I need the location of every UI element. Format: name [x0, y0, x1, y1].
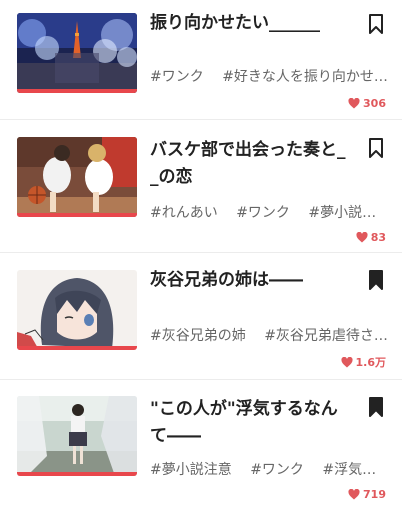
- story-title[interactable]: バスケ部で出会った奏と__の恋: [150, 137, 350, 191]
- like-count: 719: [348, 488, 386, 501]
- story-thumbnail[interactable]: [17, 396, 137, 476]
- story-tags: #ワンク #好きな人を振り向かせ…: [150, 66, 390, 86]
- like-count-value: 719: [363, 488, 386, 501]
- thumbnail-accent-bar: [17, 213, 137, 217]
- tag-link[interactable]: #夢小説注意: [308, 205, 390, 221]
- tag-link[interactable]: #ワンク: [236, 205, 290, 221]
- story-title[interactable]: 振り向かせたい______: [150, 10, 350, 37]
- like-count-value: 306: [363, 97, 386, 110]
- tag-link[interactable]: #夢小説注意: [150, 462, 232, 478]
- tag-link[interactable]: #浮気系: [322, 462, 376, 478]
- story-list: 振り向かせたい______ #ワンク #好きな人を振り向かせ… 306 バスケ部…: [0, 0, 402, 512]
- bookmark-filled-icon[interactable]: [366, 269, 386, 291]
- school-uniform-image: [17, 396, 137, 476]
- tag-link[interactable]: #好きな人を振り向かせ…: [222, 69, 388, 85]
- bookmark-icon[interactable]: [366, 137, 386, 159]
- story-title[interactable]: 灰谷兄弟の姉は――: [150, 267, 350, 294]
- tag-link[interactable]: #灰谷兄弟虐待さ…: [264, 328, 388, 344]
- story-thumbnail[interactable]: [17, 13, 137, 93]
- story-title[interactable]: "この人が"浮気するなんて――: [150, 396, 350, 450]
- thumbnail-accent-bar: [17, 89, 137, 93]
- tag-link[interactable]: #灰谷兄弟の姉: [150, 328, 246, 344]
- story-thumbnail[interactable]: [17, 137, 137, 217]
- bookmark-filled-icon[interactable]: [366, 396, 386, 418]
- basketball-players-image: [17, 137, 137, 217]
- like-count: 1.6万: [340, 354, 387, 370]
- tag-link[interactable]: #れんあい: [150, 205, 218, 221]
- heart-icon: [356, 232, 368, 243]
- tag-link[interactable]: #ワンク: [250, 462, 304, 478]
- story-tags: #れんあい #ワンク #夢小説注意: [150, 202, 390, 222]
- like-count: 83: [356, 231, 386, 244]
- bookmark-icon[interactable]: [366, 13, 386, 35]
- tag-link[interactable]: #ワンク: [150, 69, 204, 85]
- story-card[interactable]: バスケ部で出会った奏と__の恋 #れんあい #ワンク #夢小説注意 83: [0, 120, 402, 253]
- heart-icon: [340, 356, 353, 367]
- story-card[interactable]: 振り向かせたい______ #ワンク #好きな人を振り向かせ… 306: [0, 0, 402, 120]
- heart-icon: [348, 98, 360, 109]
- night-illumination-image: [17, 13, 137, 93]
- anime-girl-image: [17, 270, 137, 350]
- thumbnail-accent-bar: [17, 346, 137, 350]
- like-count-value: 83: [370, 231, 386, 244]
- heart-icon: [348, 489, 360, 500]
- story-tags: #夢小説注意 #ワンク #浮気系: [150, 459, 390, 479]
- story-thumbnail[interactable]: [17, 270, 137, 350]
- story-tags: #灰谷兄弟の姉 #灰谷兄弟虐待さ…: [150, 325, 390, 345]
- like-count: 306: [348, 97, 386, 110]
- story-card[interactable]: 灰谷兄弟の姉は―― #灰谷兄弟の姉 #灰谷兄弟虐待さ… 1.6万: [0, 253, 402, 380]
- thumbnail-accent-bar: [17, 472, 137, 476]
- story-card[interactable]: "この人が"浮気するなんて―― #夢小説注意 #ワンク #浮気系 719: [0, 380, 402, 512]
- like-count-value: 1.6万: [355, 356, 387, 369]
